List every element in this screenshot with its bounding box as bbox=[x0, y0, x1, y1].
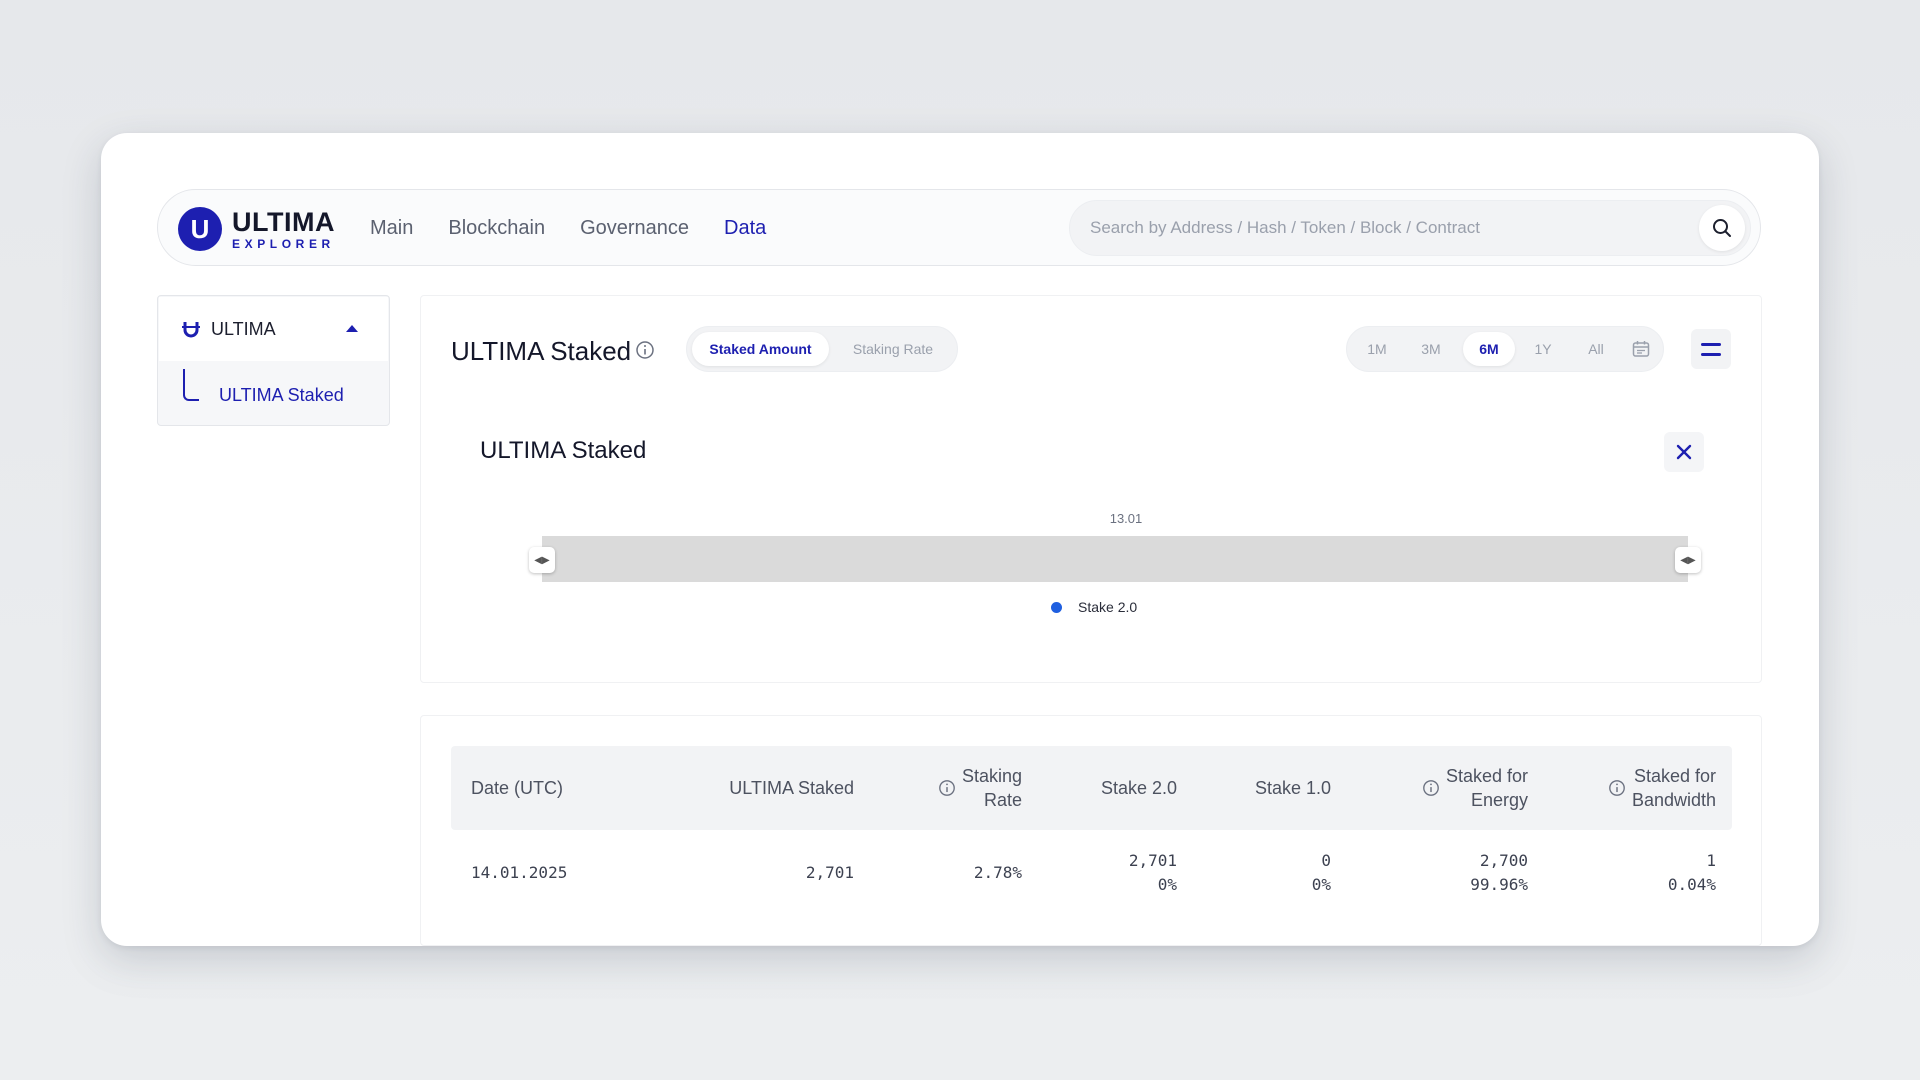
app-window: U ULTIMA EXPLORER Main Blockchain Govern… bbox=[101, 133, 1819, 946]
close-chart-button[interactable] bbox=[1664, 432, 1704, 472]
nav-governance[interactable]: Governance bbox=[580, 217, 689, 240]
brand-title: ULTIMA bbox=[232, 206, 335, 237]
table-header: Date (UTC) ULTIMA Staked Staking Rate Sta… bbox=[451, 746, 1732, 830]
top-navbar: U ULTIMA EXPLORER Main Blockchain Govern… bbox=[157, 189, 1761, 266]
search-button[interactable] bbox=[1699, 205, 1745, 251]
brand-logo[interactable]: U ULTIMA EXPLORER bbox=[178, 207, 335, 251]
info-icon[interactable] bbox=[1608, 779, 1626, 797]
sidebar-group-ultima[interactable]: ULTIMA bbox=[159, 297, 388, 361]
col-date[interactable]: Date (UTC) bbox=[471, 746, 621, 830]
sidebar-group-label: ULTIMA bbox=[211, 318, 276, 339]
page-title: ULTIMA Staked bbox=[451, 336, 632, 366]
col-staking-rate[interactable]: Staking Rate bbox=[871, 746, 1022, 830]
sidebar: ULTIMA ULTIMA Staked bbox=[157, 295, 390, 426]
legend-label: Stake 2.0 bbox=[1078, 599, 1138, 615]
chart-legend[interactable]: Stake 2.0 bbox=[1051, 599, 1137, 615]
zoom-handle-right[interactable]: ◀▶ bbox=[1675, 547, 1701, 573]
metric-toggle: Staked Amount Staking Rate bbox=[686, 326, 958, 372]
brand-subtitle: EXPLORER bbox=[232, 236, 335, 251]
chart-title: ULTIMA Staked bbox=[480, 437, 647, 464]
sidebar-item-ultima-staked[interactable]: ULTIMA Staked bbox=[219, 385, 344, 406]
zoom-date-label: 13.01 bbox=[1109, 511, 1143, 526]
ultima-icon bbox=[182, 322, 200, 338]
range-6m[interactable]: 6M bbox=[1463, 332, 1515, 366]
menu-icon[interactable] bbox=[1691, 329, 1731, 369]
info-icon[interactable] bbox=[938, 779, 956, 797]
range-1y[interactable]: 1Y bbox=[1521, 332, 1565, 366]
col-staked-bandwidth[interactable]: Staked for Bandwidth bbox=[1541, 746, 1716, 830]
cell-stake2: 2,701 0% bbox=[1128, 851, 1177, 894]
caret-up-icon[interactable] bbox=[346, 325, 358, 332]
search-icon bbox=[1713, 219, 1731, 237]
tab-staking-rate[interactable]: Staking Rate bbox=[832, 332, 954, 366]
legend-marker bbox=[1051, 601, 1062, 613]
cell-stake1: 0 0% bbox=[1311, 851, 1331, 894]
ultima-logo-icon: U bbox=[178, 207, 222, 251]
main-nav: Main Blockchain Governance Data bbox=[370, 190, 766, 267]
tab-staked-amount[interactable]: Staked Amount bbox=[692, 332, 829, 366]
col-stake-1[interactable]: Stake 1.0 bbox=[1191, 746, 1331, 830]
col-staked-energy[interactable]: Staked for Energy bbox=[1351, 746, 1528, 830]
nav-main[interactable]: Main bbox=[370, 217, 413, 240]
close-icon bbox=[1676, 444, 1692, 460]
nav-blockchain[interactable]: Blockchain bbox=[448, 217, 545, 240]
calendar-icon[interactable] bbox=[1631, 339, 1651, 359]
nav-data[interactable]: Data bbox=[724, 217, 766, 240]
col-stake-2[interactable]: Stake 2.0 bbox=[1041, 746, 1177, 830]
data-table-panel: Date (UTC) ULTIMA Staked Staking Rate Sta… bbox=[420, 715, 1762, 946]
chart-panel: ULTIMA Staked Staked Amount Staking Rate… bbox=[420, 295, 1762, 683]
range-all[interactable]: All bbox=[1573, 332, 1619, 366]
time-range-selector: 1M 3M 6M 1Y All bbox=[1346, 326, 1664, 372]
tree-branch-line bbox=[183, 369, 199, 401]
cell-rate: 2.78% bbox=[973, 863, 1022, 882]
search-input[interactable] bbox=[1090, 201, 1680, 255]
cell-staked: 2,701 bbox=[805, 863, 854, 882]
range-1m[interactable]: 1M bbox=[1355, 332, 1399, 366]
info-icon[interactable] bbox=[1422, 779, 1440, 797]
cell-date: 14.01.2025 bbox=[471, 863, 568, 882]
cell-bandwidth: 1 0.04% bbox=[1667, 851, 1716, 894]
range-3m[interactable]: 3M bbox=[1409, 332, 1453, 366]
search-bar bbox=[1069, 200, 1751, 256]
info-icon[interactable] bbox=[635, 340, 655, 360]
zoom-handle-left[interactable]: ◀▶ bbox=[529, 547, 555, 573]
zoom-slider-track[interactable] bbox=[542, 536, 1688, 582]
cell-energy: 2,700 99.96% bbox=[1470, 851, 1528, 894]
col-ultima-staked[interactable]: ULTIMA Staked bbox=[641, 746, 854, 830]
